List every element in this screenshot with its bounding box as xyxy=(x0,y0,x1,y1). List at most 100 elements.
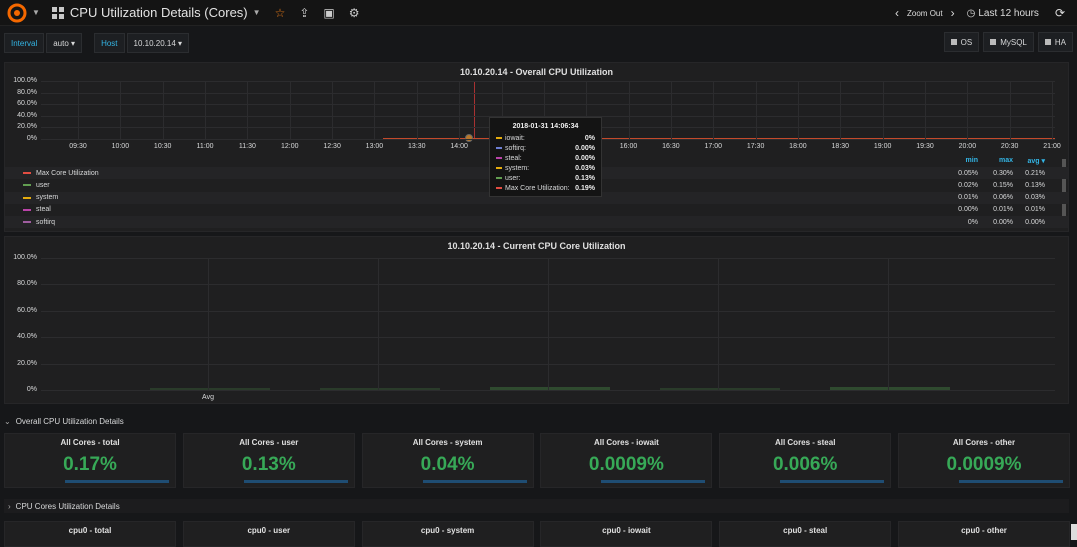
grid-line xyxy=(78,81,79,139)
grid-line xyxy=(882,81,884,139)
stat-title[interactable]: cpu0 - steal xyxy=(720,526,890,535)
legend-min: 0% xyxy=(967,218,978,226)
legend-series-name[interactable]: softirq xyxy=(36,219,55,226)
stat-title[interactable]: cpu0 - user xyxy=(184,526,354,535)
stat-title[interactable]: cpu0 - other xyxy=(899,526,1069,535)
legend-header-avg[interactable]: avg ▾ xyxy=(1005,157,1045,165)
cpu0-stat-panel[interactable]: cpu0 - system xyxy=(361,521,534,547)
refresh-icon[interactable]: ⟳ xyxy=(1055,6,1065,20)
stat-title[interactable]: All Cores - user xyxy=(184,438,354,447)
link-os[interactable]: OS xyxy=(943,32,980,52)
save-icon[interactable]: ▣ xyxy=(323,6,334,20)
legend-swatch xyxy=(23,208,31,211)
tooltip-series-value: 0.00% xyxy=(575,154,595,162)
interval-select[interactable]: auto ▾ xyxy=(46,33,83,53)
tooltip-swatch xyxy=(496,187,502,189)
time-range-picker[interactable]: ◷ Last 12 hours xyxy=(967,8,1039,19)
overall-x-tick: 16:00 xyxy=(619,143,638,150)
stat-sparkline xyxy=(959,473,1063,483)
core-y-tick: 0% xyxy=(26,386,37,393)
page-scrollbar[interactable] xyxy=(1071,524,1077,540)
tooltip-swatch xyxy=(496,177,502,179)
legend-series-name[interactable]: user xyxy=(36,182,50,189)
gear-icon[interactable]: ⚙ xyxy=(349,6,360,20)
core-cpu-panel[interactable]: 10.10.20.14 - Current CPU Core Utilizati… xyxy=(4,236,1069,404)
cpu0-stat-panel[interactable]: cpu0 - total xyxy=(4,521,176,547)
legend-series-name[interactable]: system xyxy=(36,194,58,201)
logo-caret-icon[interactable]: ▼ xyxy=(32,8,40,17)
zoom-back-icon[interactable]: ‹ xyxy=(895,6,899,20)
legend-row[interactable]: steal 0.00% 0.01% 0.01% xyxy=(5,204,1068,216)
stat-panel[interactable]: All Cores - steal 0.006% xyxy=(719,433,892,488)
grid-line xyxy=(755,81,757,139)
overall-x-tick: 18:30 xyxy=(831,143,850,150)
stat-panel[interactable]: All Cores - user 0.13% xyxy=(182,433,355,488)
host-select[interactable]: 10.10.20.14 ▾ xyxy=(126,33,190,53)
row-overall-cpu-details[interactable]: ⌄ Overall CPU Utilization Details xyxy=(4,417,124,426)
overall-x-tick: 21:00 xyxy=(1043,143,1061,150)
overall-y-tick: 80.0% xyxy=(17,88,37,96)
legend-series-name[interactable]: Max Core Utilization xyxy=(36,170,99,177)
legend-avg: 0.01% xyxy=(1025,206,1045,214)
tooltip-series-value: 0.19% xyxy=(575,184,595,192)
dashboard-title[interactable]: CPU Utilization Details (Cores) ▼ xyxy=(51,5,261,20)
stat-title[interactable]: All Cores - iowait xyxy=(541,438,711,447)
link-ha[interactable]: HA xyxy=(1037,32,1073,52)
tooltip-series-value: 0.03% xyxy=(575,164,595,172)
grid-line xyxy=(41,81,1055,82)
link-mysql[interactable]: MySQL xyxy=(983,32,1034,52)
legend-series-name[interactable]: steal xyxy=(36,206,51,213)
cpu0-stat-panel[interactable]: cpu0 - iowait xyxy=(540,521,713,547)
share-icon[interactable]: ⇪ xyxy=(299,6,309,20)
overall-x-tick: 11:00 xyxy=(196,143,214,150)
stat-title[interactable]: All Cores - steal xyxy=(720,438,890,447)
stat-panel[interactable]: All Cores - system 0.04% xyxy=(361,433,534,488)
tooltip-row: user: 0.13% xyxy=(490,173,601,183)
legend-avg: 0.00% xyxy=(1025,218,1045,226)
host-label: Host xyxy=(94,33,125,53)
stat-panel[interactable]: All Cores - total 0.17% xyxy=(4,433,176,488)
chevron-right-icon: › xyxy=(8,501,11,511)
grid-line xyxy=(416,81,418,139)
grid-line xyxy=(205,81,207,139)
stat-panel[interactable]: All Cores - other 0.0009% xyxy=(898,433,1070,488)
legend-avg: 0.03% xyxy=(1025,194,1045,202)
time-range-text: Last 12 hours xyxy=(978,7,1039,19)
stat-title[interactable]: All Cores - system xyxy=(363,438,533,447)
cpu0-stat-panel[interactable]: cpu0 - user xyxy=(182,521,355,547)
tooltip-row: system: 0.03% xyxy=(490,163,601,173)
overall-x-tick: 10:00 xyxy=(111,143,130,150)
overall-x-tick: 14:00 xyxy=(450,143,468,150)
tooltip-swatch xyxy=(496,147,502,149)
tooltip-series-name: system: xyxy=(505,164,530,172)
tooltip-series-value: 0% xyxy=(584,134,595,142)
overall-x-tick: 18:00 xyxy=(789,143,807,150)
zoom-out-button[interactable]: Zoom Out xyxy=(907,9,943,18)
stat-title[interactable]: All Cores - other xyxy=(899,438,1069,447)
star-icon[interactable]: ☆ xyxy=(275,6,286,20)
title-caret-icon: ▼ xyxy=(252,8,261,17)
overall-x-tick: 10:30 xyxy=(153,143,172,150)
stat-title[interactable]: cpu0 - total xyxy=(5,526,175,535)
grafana-logo-icon[interactable] xyxy=(4,2,30,24)
stat-title[interactable]: cpu0 - iowait xyxy=(541,526,711,535)
stat-panel[interactable]: All Cores - iowait 0.0009% xyxy=(540,433,713,488)
zoom-forward-icon[interactable]: › xyxy=(951,6,955,20)
stat-title[interactable]: All Cores - total xyxy=(5,438,175,447)
row-cpu-cores-details[interactable]: › CPU Cores Utilization Details xyxy=(4,499,1069,513)
cpu0-stat-panel[interactable]: cpu0 - other xyxy=(898,521,1070,547)
legend-row[interactable]: softirq 0% 0.00% 0.00% xyxy=(5,216,1068,229)
grid-line xyxy=(797,81,799,139)
grid-line xyxy=(162,81,164,139)
overall-x-tick: 19:30 xyxy=(916,143,934,150)
stat-sparkline xyxy=(65,473,169,483)
core-panel-title[interactable]: 10.10.20.14 - Current CPU Core Utilizati… xyxy=(5,241,1068,251)
overall-x-tick: 09:30 xyxy=(69,143,87,150)
stat-title[interactable]: cpu0 - system xyxy=(363,526,533,535)
crosshair-line xyxy=(474,81,475,139)
tooltip-series-name: Max Core Utilization: xyxy=(505,184,570,192)
cpu0-stat-panel[interactable]: cpu0 - steal xyxy=(719,521,892,547)
tooltip-series-value: 0.13% xyxy=(575,174,595,182)
legend-header-min[interactable]: min xyxy=(938,157,978,164)
overall-panel-title[interactable]: 10.10.20.14 - Overall CPU Utilization xyxy=(5,67,1068,77)
